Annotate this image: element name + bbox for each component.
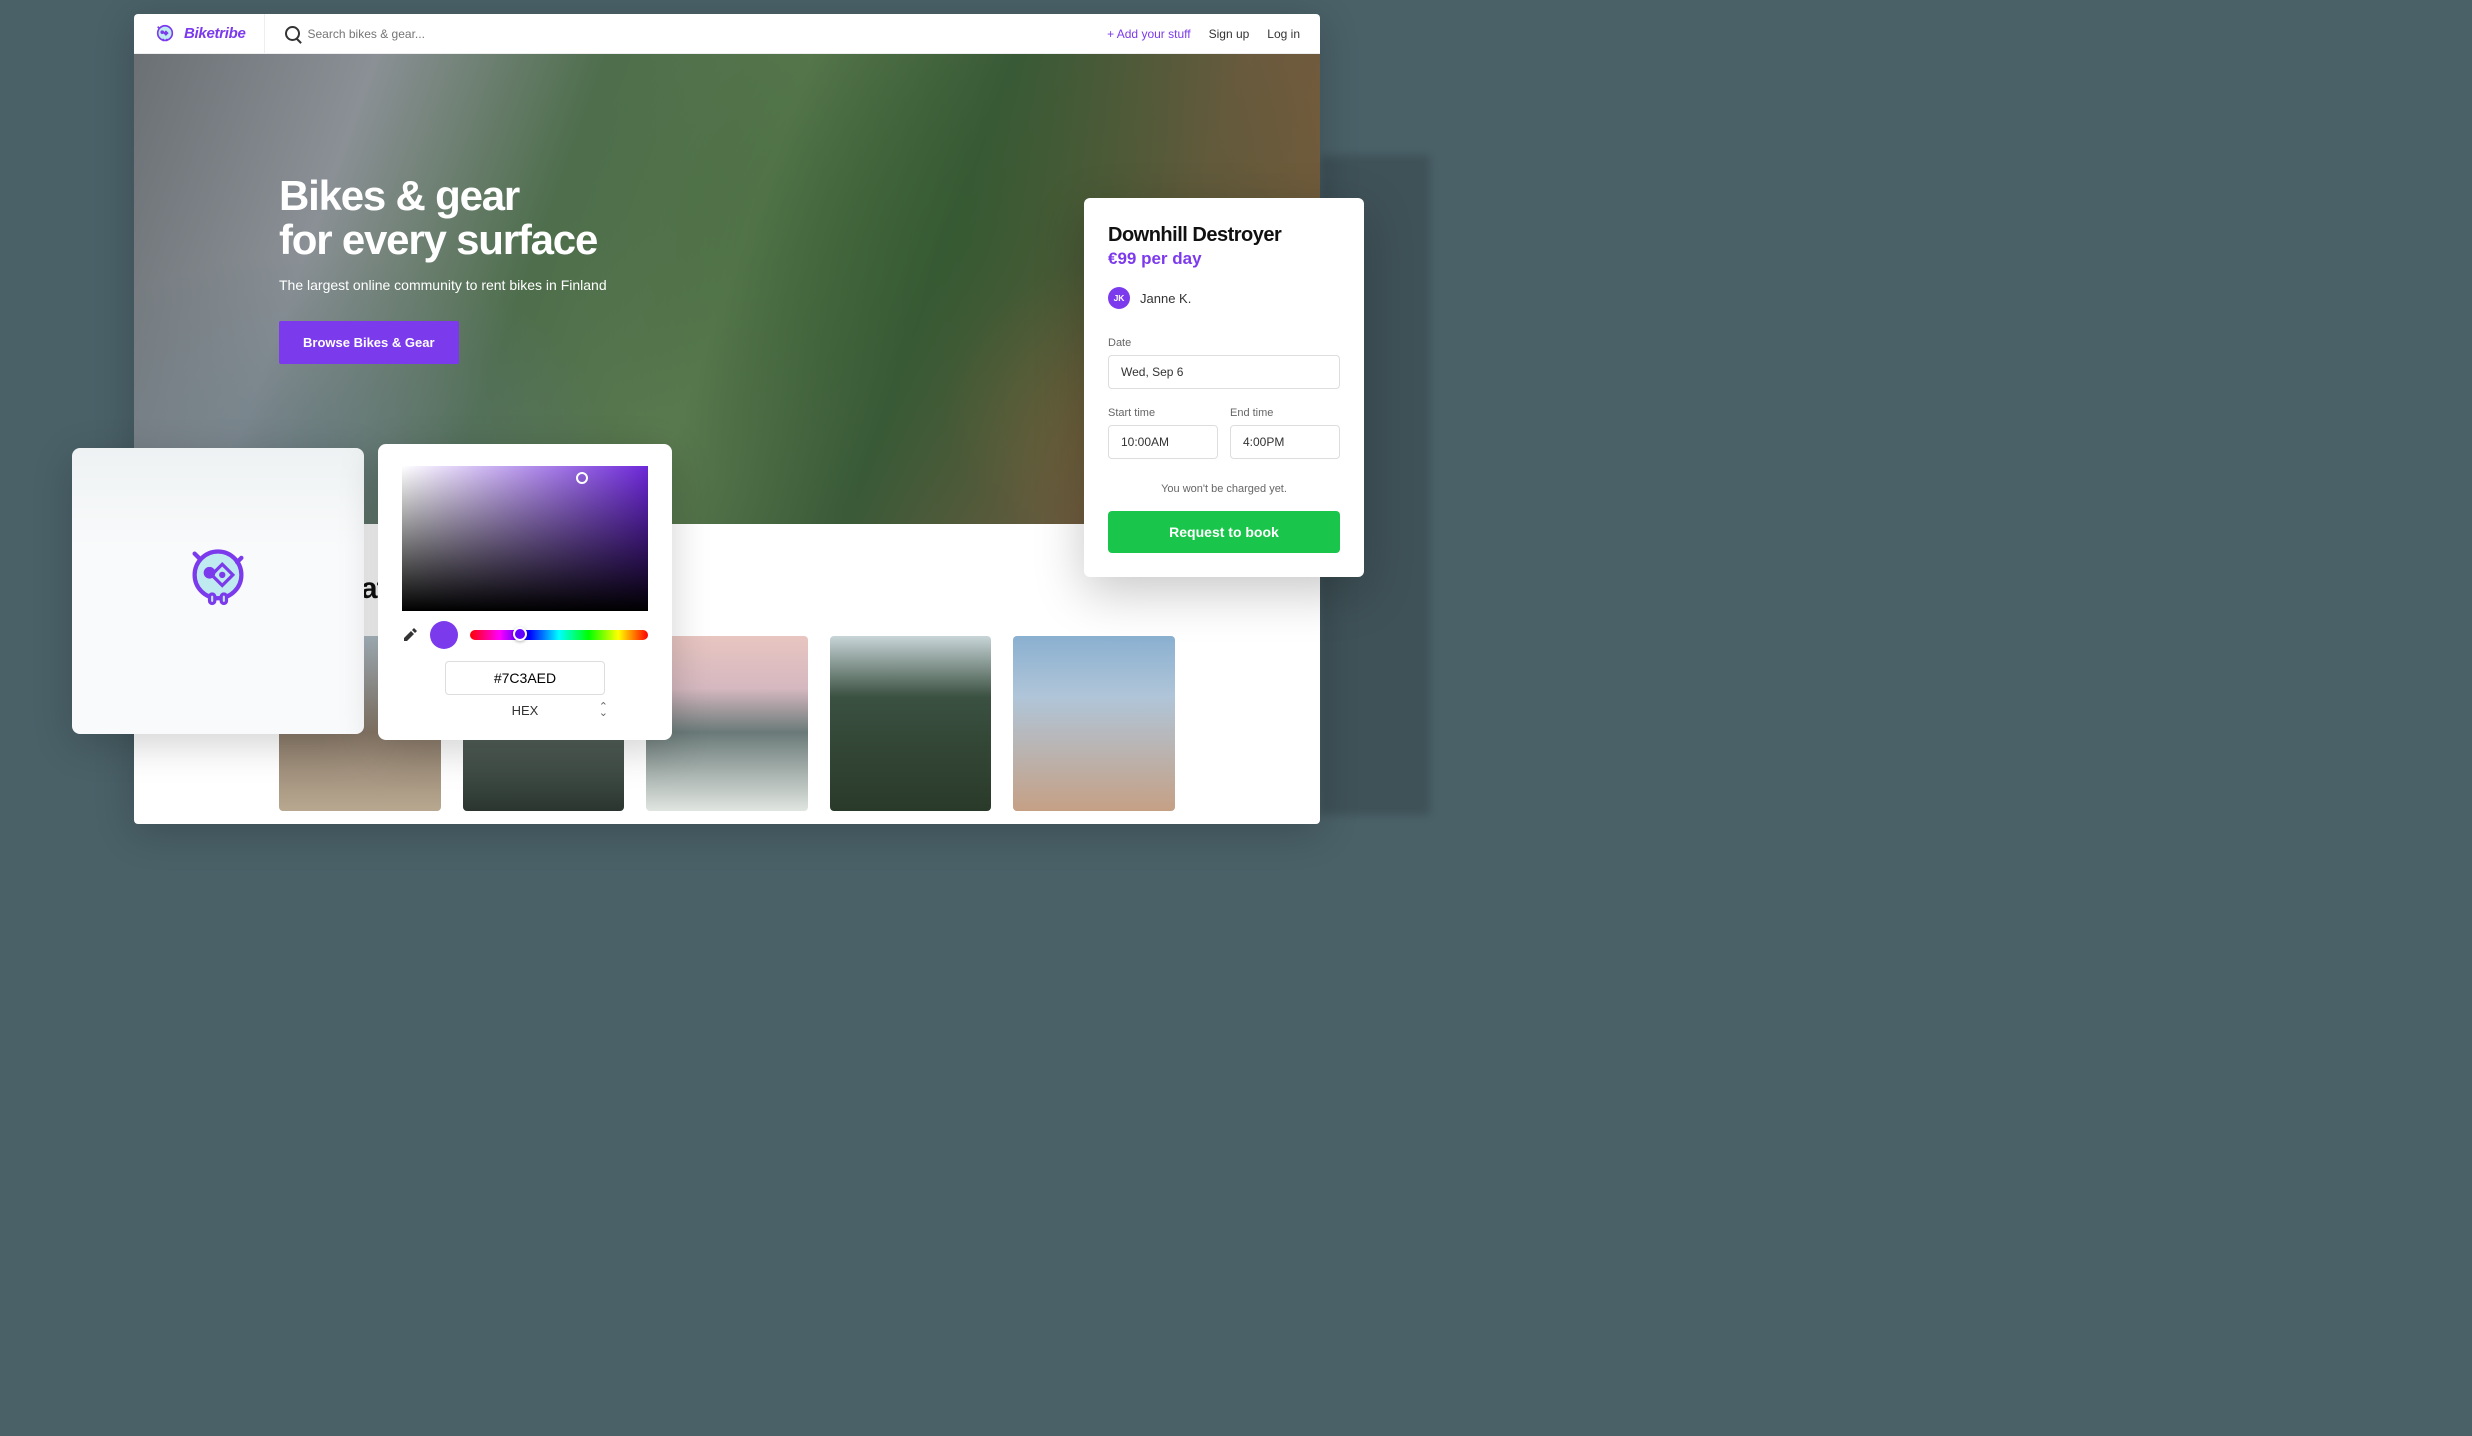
end-time-input[interactable]: [1230, 425, 1340, 459]
hue-slider[interactable]: [470, 630, 648, 640]
location-card[interactable]: [1013, 636, 1175, 811]
color-format-label: HEX: [512, 703, 539, 718]
format-row: HEX ⌃⌄: [402, 703, 648, 718]
search-area[interactable]: [285, 26, 1088, 41]
browse-button[interactable]: Browse Bikes & Gear: [279, 321, 459, 364]
hero-subtitle: The largest online community to rent bik…: [279, 277, 1320, 293]
sign-up-link[interactable]: Sign up: [1209, 27, 1250, 41]
format-toggle-icon[interactable]: ⌃⌄: [599, 705, 608, 716]
color-saturation-field[interactable]: [402, 466, 648, 611]
start-time-label: Start time: [1108, 407, 1218, 419]
header-actions: + Add your stuff Sign up Log in: [1107, 27, 1300, 41]
log-in-link[interactable]: Log in: [1267, 27, 1300, 41]
location-card[interactable]: [830, 636, 992, 811]
eyedropper-icon[interactable]: [402, 627, 418, 643]
color-preview-swatch: [430, 621, 458, 649]
skull-logo-icon: [154, 23, 176, 45]
brand-preview-card: [72, 448, 364, 734]
add-stuff-link[interactable]: + Add your stuff: [1107, 27, 1191, 41]
start-time-input[interactable]: [1108, 425, 1218, 459]
color-picker-card: HEX ⌃⌄: [378, 444, 672, 740]
hue-slider-thumb[interactable]: [513, 627, 527, 641]
request-book-button[interactable]: Request to book: [1108, 511, 1340, 553]
charge-note: You won't be charged yet.: [1108, 483, 1340, 495]
logo-text: Biketribe: [184, 25, 246, 42]
search-input[interactable]: [308, 27, 608, 41]
hue-row: [402, 621, 648, 649]
header-bar: Biketribe + Add your stuff Sign up Log i…: [134, 14, 1320, 54]
end-time-label: End time: [1230, 407, 1340, 419]
search-icon: [285, 26, 300, 41]
color-field-cursor[interactable]: [576, 472, 588, 484]
logo[interactable]: Biketribe: [154, 14, 265, 53]
hero-title: Bikes & gear for every surface: [279, 174, 1320, 262]
hex-input[interactable]: [445, 661, 605, 695]
skull-brand-icon: [184, 543, 252, 611]
